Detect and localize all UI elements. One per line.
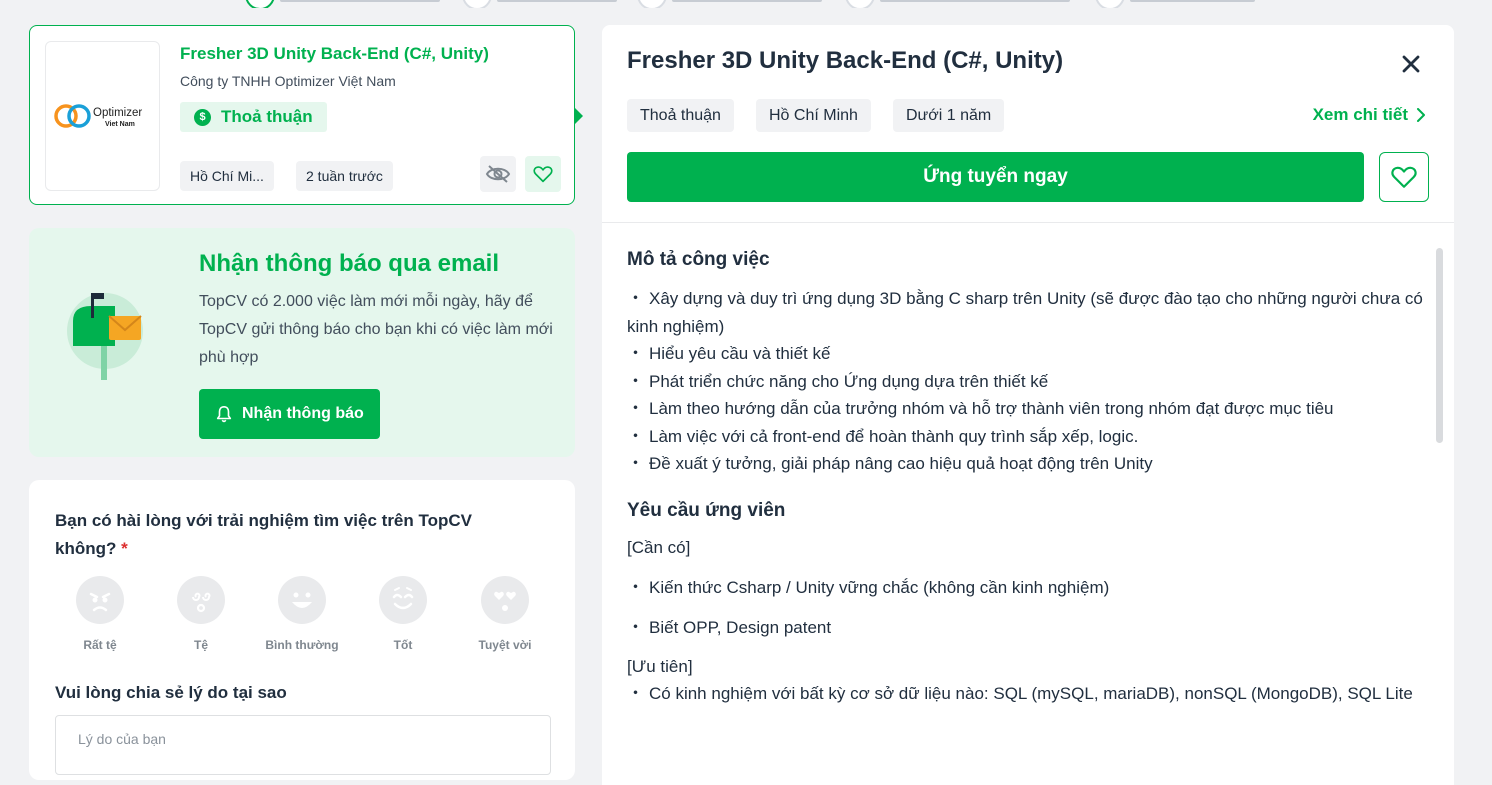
divider: [602, 222, 1454, 223]
rating-label: Rất tệ: [83, 638, 117, 652]
description-item: ・ Hiểu yêu cầu và thiết kế: [627, 344, 831, 363]
job-card[interactable]: Optimizer Viet Nam Fresher 3D Unity Back…: [29, 25, 583, 205]
svg-text:Viet Nam: Viet Nam: [105, 121, 135, 128]
rating-label: Tốt: [393, 638, 413, 652]
location-tag: Hồ Chí Mi...: [180, 161, 274, 191]
required-label: [Cần có]: [627, 537, 691, 557]
reason-input[interactable]: [55, 715, 551, 775]
rating-label: Bình thường: [265, 638, 339, 652]
subscribe-alert-button[interactable]: Nhận thông báo: [199, 389, 380, 439]
view-detail-link[interactable]: Xem chi tiết: [1313, 105, 1426, 125]
description-item: ・ Làm việc với cả front-end để hoàn thành…: [627, 426, 1139, 446]
filter-strip: [0, 0, 1492, 8]
filter-radio[interactable]: [1095, 0, 1125, 8]
scrollbar-thumb[interactable]: [1436, 248, 1443, 443]
chevron-right-icon: [1417, 108, 1425, 122]
save-job-button[interactable]: [525, 156, 561, 192]
filter-label: [1130, 0, 1255, 2]
requirement-item: ・ Biết OPP, Design patent: [627, 618, 832, 637]
job-description-body: Mô tả công việc ・ Xây dựng và duy trì ứng…: [627, 249, 1427, 707]
bell-icon: [216, 405, 232, 423]
description-heading: Mô tả công việc: [627, 249, 770, 270]
feedback-question: Bạn có hài lòng với trải nghiệm tìm việc…: [55, 507, 535, 563]
filter-label: [280, 0, 440, 2]
close-button[interactable]: [1398, 51, 1424, 77]
preferred-label: [Ưu tiên]: [627, 656, 693, 676]
rating-label: Tệ: [193, 638, 208, 652]
heart-eyes-face-icon: [481, 576, 529, 624]
company-logo[interactable]: Optimizer Viet Nam: [45, 41, 160, 191]
angry-face-icon: [76, 576, 124, 624]
save-job-detail-button[interactable]: [1379, 152, 1429, 202]
description-item: ・ Xây dựng và duy trì ứng dụng 3D bằng C …: [627, 289, 1423, 336]
apply-now-button[interactable]: Ứng tuyển ngay: [627, 152, 1364, 202]
requirement-item: ・ Kiến thức Csharp / Unity vững chắc (khô…: [627, 577, 1110, 597]
detail-title: Fresher 3D Unity Back-End (C#, Unity): [627, 47, 1064, 74]
heart-icon: [1391, 166, 1417, 188]
filter-label: [880, 0, 1070, 2]
preferred-item: ・ Có kinh nghiệm với bất kỳ cơ sở dữ liệu…: [627, 683, 1413, 703]
view-detail-label: Xem chi tiết: [1312, 105, 1408, 124]
job-title[interactable]: Fresher 3D Unity Back-End (C#, Unity): [180, 44, 489, 64]
rating-excellent[interactable]: Tuyệt vời: [460, 576, 550, 652]
salary-text: Thoả thuận: [221, 107, 313, 126]
rating-bad[interactable]: Tệ: [156, 576, 246, 652]
rating-good[interactable]: Tốt: [358, 576, 448, 652]
rating-neutral[interactable]: Bình thường: [257, 576, 347, 652]
filter-radio[interactable]: [845, 0, 875, 8]
filter-radio[interactable]: [637, 0, 667, 8]
feedback-card: Bạn có hài lòng với trải nghiệm tìm việc…: [29, 480, 575, 780]
rating-label: Tuyệt vời: [478, 638, 532, 652]
posted-tag: 2 tuần trước: [296, 161, 393, 191]
subscribe-alert-label: Nhận thông báo: [242, 405, 364, 422]
description-item: ・ Đề xuất ý tưởng, giải pháp nâng cao hiệ…: [627, 454, 1153, 473]
mailbox-illustration-icon: [67, 293, 143, 380]
alert-description: TopCV có 2.000 việc làm mới mỗi ngày, hã…: [199, 293, 553, 366]
filter-radio[interactable]: [245, 0, 275, 8]
hide-job-button[interactable]: [480, 156, 516, 192]
detail-salary-tag: Thoả thuận: [627, 99, 734, 132]
dizzy-face-icon: [177, 576, 225, 624]
eye-off-icon: [485, 165, 511, 183]
description-item: ・ Làm theo hướng dẫn của trưởng nhóm và h…: [627, 399, 1334, 418]
requirements-heading: Yêu cầu ứng viên: [627, 499, 786, 521]
job-detail-panel: Fresher 3D Unity Back-End (C#, Unity) Th…: [602, 25, 1454, 785]
optimizer-logo-icon: Optimizer Viet Nam: [53, 104, 142, 128]
detail-experience-tag: Dưới 1 năm: [893, 99, 1005, 132]
rating-very-bad[interactable]: Rất tệ: [55, 576, 145, 652]
alert-title: Nhận thông báo qua email: [199, 250, 500, 277]
filter-label: [497, 0, 617, 2]
dollar-icon: $: [194, 108, 211, 126]
filter-radio[interactable]: [462, 0, 492, 8]
reason-label: Vui lòng chia sẻ lý do tại sao: [55, 683, 287, 702]
required-mark: *: [121, 539, 128, 558]
feedback-question-text: Bạn có hài lòng với trải nghiệm tìm việc…: [55, 511, 472, 558]
svg-text:Optimizer: Optimizer: [93, 107, 142, 119]
heart-icon: [533, 166, 553, 183]
salary-badge: $ Thoả thuận: [180, 102, 327, 132]
company-name[interactable]: Công ty TNHH Optimizer Việt Nam: [180, 73, 396, 89]
selected-indicator: [575, 108, 583, 124]
smiling-face-icon: [278, 576, 326, 624]
detail-location-tag: Hồ Chí Minh: [756, 99, 871, 132]
happy-face-icon: [379, 576, 427, 624]
filter-label: [672, 0, 822, 2]
close-icon: [1402, 55, 1420, 73]
email-alert-box: Nhận thông báo qua email TopCV có 2.000 …: [29, 228, 575, 457]
description-item: ・ Phát triển chức năng cho Ứng dụng dựa t…: [627, 371, 1049, 391]
